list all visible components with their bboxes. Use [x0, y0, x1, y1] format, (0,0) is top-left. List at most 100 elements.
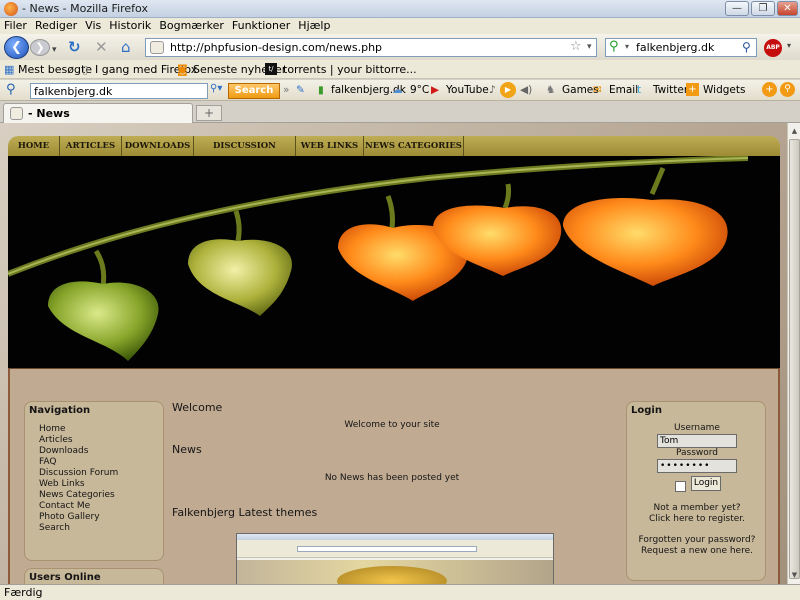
history-dropdown-icon[interactable]: ▾ — [52, 42, 57, 58]
reload-icon[interactable]: ↻ — [68, 39, 81, 55]
site-nav-news-categories[interactable]: NEWS CATEGORIES — [364, 136, 464, 156]
lantern-flowers-image — [8, 156, 749, 361]
site-favicon-icon — [150, 41, 164, 54]
nav-link-downloads[interactable]: Downloads — [39, 446, 88, 456]
toolbar-weather[interactable]: 9°C — [410, 84, 429, 96]
toolbar-tools-icon[interactable]: ✎ — [296, 84, 305, 96]
themes-heading: Falkenbjerg Latest themes — [172, 506, 318, 519]
menu-filer[interactable]: Filer — [0, 18, 31, 33]
toolbar-search-button[interactable]: Search — [228, 83, 280, 99]
register-link[interactable]: Click here to register. — [627, 514, 767, 524]
toolbar-widgets[interactable]: Widgets — [703, 84, 745, 96]
status-bar: Færdig — [0, 584, 800, 600]
vertical-scrollbar[interactable]: ▲ ▼ — [787, 123, 800, 584]
username-field[interactable]: Tom — [657, 434, 737, 448]
most-visited-icon: ▦ — [4, 63, 15, 76]
window-titlebar: - News - Mozilla Firefox — ❐ ✕ — [0, 0, 800, 18]
site-nav: HOME ARTICLES DOWNLOADS DISCUSSION FORUM… — [8, 136, 780, 171]
menu-rediger[interactable]: Rediger — [31, 18, 81, 33]
scrollbar-thumb[interactable] — [789, 139, 800, 579]
bookmark-torrents[interactable]: torrents | your bittorre... — [283, 63, 417, 76]
play-icon[interactable]: ▶ — [500, 82, 516, 98]
nav-link-contact[interactable]: Contact Me — [39, 501, 90, 511]
welcome-text: Welcome to your site — [344, 420, 440, 430]
toolbar-twitter[interactable]: Twitter — [653, 84, 688, 96]
search-engine-dropdown-icon[interactable]: ▾ — [625, 42, 629, 51]
toolbar-search-icon[interactable]: ⚲▾ — [210, 83, 222, 94]
username-label: Username — [674, 423, 720, 433]
menu-bogmaerker[interactable]: Bogmærker — [155, 18, 228, 33]
maximize-button[interactable]: ❐ — [751, 1, 775, 16]
nav-link-home[interactable]: Home — [39, 424, 66, 434]
url-dropdown-icon[interactable]: ▾ — [587, 42, 592, 52]
email-icon: ✉ — [593, 84, 602, 96]
login-button[interactable]: Login — [691, 476, 721, 491]
navigation-toolbar: ❮ ❯ ▾ ↻ ✕ ⌂ http://phpfusion-design.com/… — [0, 34, 800, 60]
remember-me-checkbox[interactable] — [675, 481, 686, 492]
toolbar-email[interactable]: Email — [609, 84, 638, 96]
nav-link-photo-gallery[interactable]: Photo Gallery — [39, 512, 100, 522]
weather-icon: ☁ — [392, 84, 403, 96]
custom-toolbar: ⚲ falkenbjerg.dk ⚲▾ Search » ✎ ▮ falkenb… — [0, 80, 800, 101]
nav-link-search[interactable]: Search — [39, 523, 70, 533]
login-panel: Login Username Tom Password •••••••• Log… — [626, 401, 766, 581]
site-container: HOME ARTICLES DOWNLOADS DISCUSSION FORUM… — [8, 136, 780, 584]
theme-screenshot-image[interactable] — [236, 533, 554, 584]
password-field[interactable]: •••••••• — [657, 459, 737, 473]
menu-vis[interactable]: Vis — [81, 18, 105, 33]
users-online-panel: Users Online — [24, 568, 164, 584]
games-icon: ♞ — [546, 84, 556, 96]
search-go-icon[interactable]: ⚲ — [742, 40, 751, 54]
adblock-icon[interactable]: ABP — [764, 39, 782, 57]
status-text: Færdig — [4, 586, 43, 599]
header-banner — [8, 156, 780, 368]
volume-icon[interactable]: ◀) — [520, 84, 532, 96]
twitter-icon: t — [637, 84, 642, 96]
search-engine-icon[interactable]: ⚲ — [609, 39, 619, 54]
toolbar-more-icon[interactable]: » — [283, 84, 289, 96]
forward-button[interactable]: ❯ — [30, 39, 50, 56]
site-nav-home[interactable]: HOME — [8, 136, 60, 156]
nav-link-forum[interactable]: Discussion Forum — [39, 468, 118, 478]
request-password-link[interactable]: Request a new one here. — [627, 546, 767, 556]
scroll-up-icon[interactable]: ▲ — [789, 125, 800, 138]
toolbar-youtube[interactable]: YouTube — [446, 84, 489, 96]
stop-icon[interactable]: ✕ — [95, 39, 108, 55]
login-title: Login — [631, 405, 662, 416]
scroll-down-icon[interactable]: ▼ — [789, 569, 800, 582]
toolbar-search-orange-icon[interactable]: ⚲ — [780, 82, 795, 97]
bookmark-most-visited[interactable]: Mest besøgte — [18, 63, 92, 76]
address-bar[interactable]: http://phpfusion-design.com/news.php ☆ ▾ — [145, 38, 597, 57]
tab-news[interactable]: - News — [3, 103, 193, 123]
minimize-button[interactable]: — — [725, 1, 749, 16]
toolbar-search-input[interactable]: falkenbjerg.dk — [30, 83, 208, 99]
window-title: - News - Mozilla Firefox — [22, 2, 148, 15]
welcome-heading: Welcome — [172, 401, 223, 414]
nav-link-weblinks[interactable]: Web Links — [39, 479, 85, 489]
site-nav-articles[interactable]: ARTICLES — [60, 136, 122, 156]
nav-link-faq[interactable]: FAQ — [39, 457, 56, 467]
menu-historik[interactable]: Historik — [105, 18, 155, 33]
site-nav-forum[interactable]: DISCUSSION FORUM — [194, 136, 296, 171]
new-tab-button[interactable]: + — [196, 105, 222, 121]
site-nav-downloads[interactable]: DOWNLOADS — [122, 136, 194, 156]
back-button[interactable]: ❮ — [4, 36, 29, 59]
toolbar-add-icon[interactable]: + — [762, 82, 777, 97]
password-label: Password — [675, 448, 719, 458]
rss-icon: ◙ — [177, 63, 188, 76]
toolbar-logo-icon: ⚲ — [6, 82, 16, 97]
menu-funktioner[interactable]: Funktioner — [228, 18, 294, 33]
bookmark-star-icon[interactable]: ☆ — [570, 39, 582, 54]
home-icon[interactable]: ⌂ — [121, 39, 131, 55]
site-icon: ▮ — [318, 84, 324, 96]
nav-link-articles[interactable]: Articles — [39, 435, 73, 445]
nav-link-news-categories[interactable]: News Categories — [39, 490, 115, 500]
bookmarks-toolbar: ▦ Mest besøgte ▯ I gang med Firefox ◙ Se… — [0, 60, 800, 79]
widgets-icon: + — [686, 83, 699, 96]
search-bar[interactable]: ⚲ ▾ falkenbjerg.dk ⚲ — [605, 38, 757, 57]
firefox-icon — [4, 2, 18, 16]
close-button[interactable]: ✕ — [777, 1, 798, 16]
adblock-dropdown-icon[interactable]: ▾ — [787, 41, 791, 50]
menu-hjaelp[interactable]: Hjælp — [294, 18, 334, 33]
site-nav-weblinks[interactable]: WEB LINKS — [296, 136, 364, 156]
